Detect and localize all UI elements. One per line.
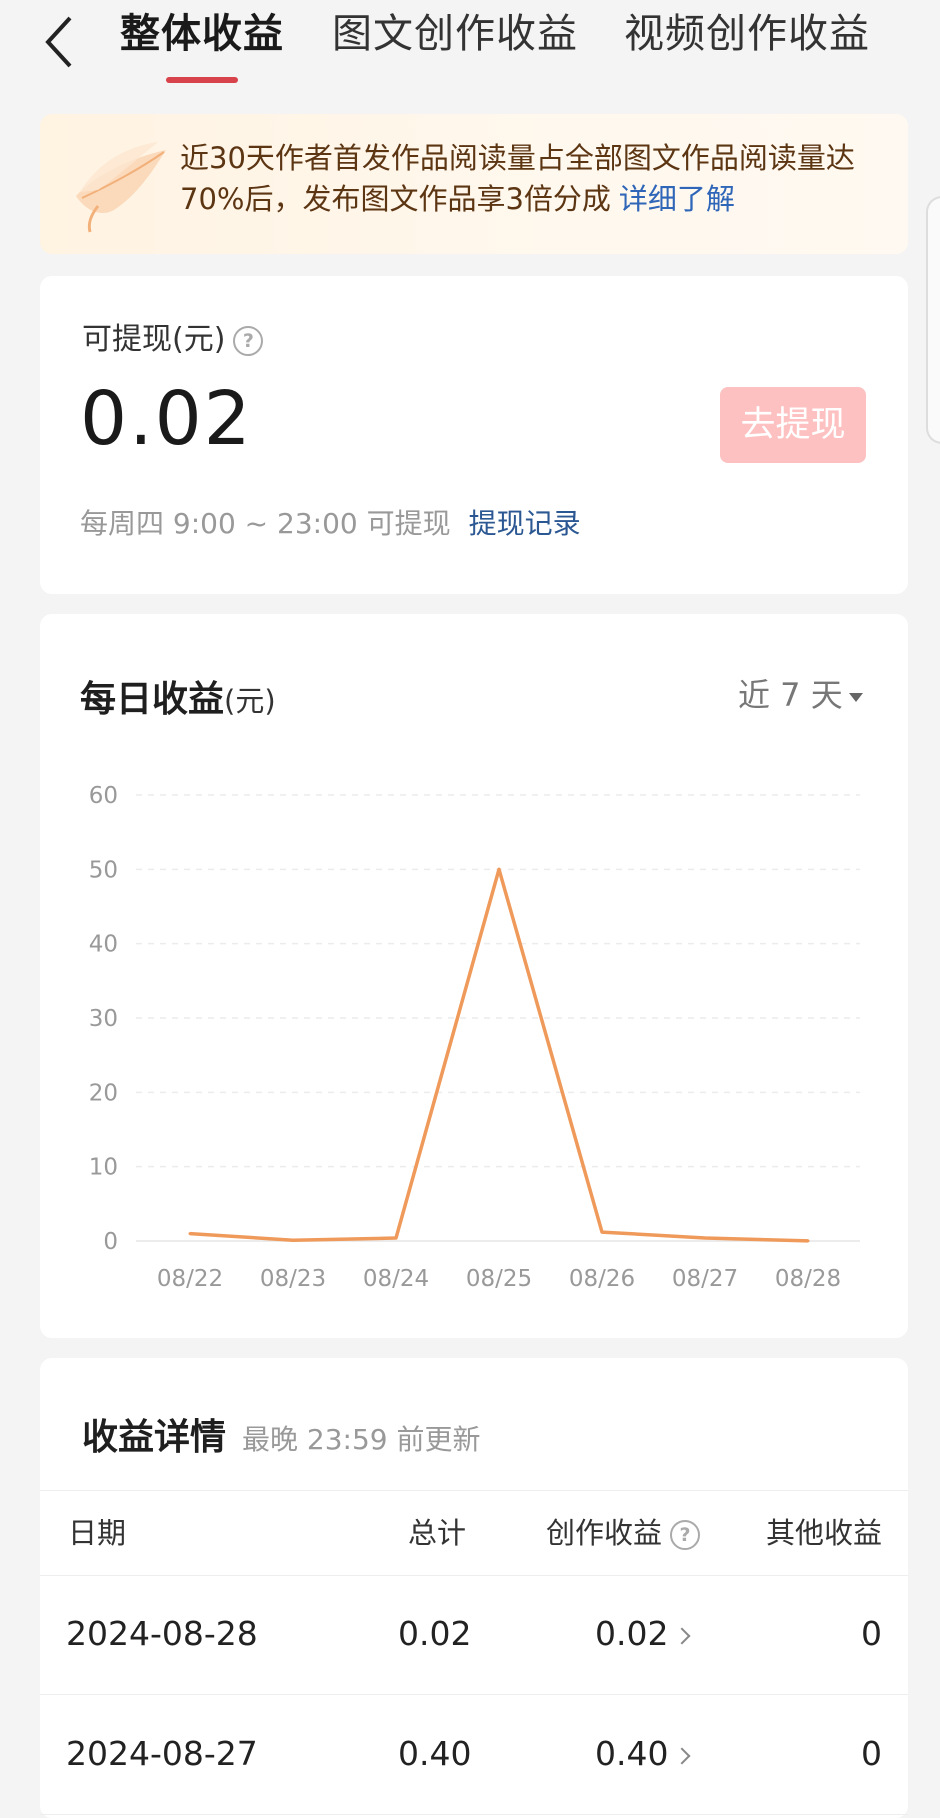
side-handle[interactable] (926, 196, 940, 444)
x-tick-label: 08/24 (363, 1266, 429, 1292)
data-point (291, 1238, 295, 1242)
promo-banner[interactable]: 近30天作者首发作品阅读量占全部图文作品阅读量达70%后，发布图文作品享3倍分成… (40, 114, 908, 254)
row-other: 0 (861, 1614, 882, 1653)
help-icon[interactable]: ? (233, 325, 264, 356)
table-row[interactable]: 2024-08-28 0.02 0.02 0 (40, 1574, 908, 1695)
column-creation: 创作收益 (546, 1516, 663, 1550)
row-creation: 0.40 (595, 1734, 669, 1773)
back-arrow-icon[interactable] (40, 14, 80, 70)
withdraw-card: 可提现(元)? 0.02 去提现 每周四 9:00 ~ 23:00 可提现 提现记… (40, 276, 908, 594)
data-point (394, 1236, 398, 1240)
daily-earnings-chart: 0 10 20 30 40 50 60 08/22 08/23 08/24 08/25 08/26 08… (89, 783, 860, 1292)
x-tick-label: 08/27 (672, 1266, 738, 1292)
withdraw-schedule: 每周四 9:00 ~ 23:00 可提现 (80, 507, 451, 540)
y-tick-label: 40 (89, 932, 118, 958)
x-tick-label: 08/26 (569, 1266, 635, 1292)
tab-article-earnings[interactable]: 图文创作收益 (332, 4, 578, 64)
chevron-right-icon (673, 1627, 691, 1644)
feather-icon (68, 132, 168, 238)
column-other: 其他收益 (765, 1516, 882, 1550)
y-tick-label: 50 (89, 857, 118, 883)
data-point (806, 1239, 810, 1243)
x-tick-label: 08/22 (157, 1266, 223, 1292)
tab-overall-earnings[interactable]: 整体收益 (120, 4, 284, 64)
y-tick-label: 60 (89, 783, 118, 809)
withdrawable-label: 可提现(元) (82, 322, 226, 357)
x-tick-label: 08/23 (260, 1266, 326, 1292)
row-total: 0.40 (398, 1734, 472, 1773)
y-tick-label: 0 (103, 1229, 118, 1255)
withdraw-button[interactable]: 去提现 (720, 387, 866, 463)
help-icon[interactable]: ? (670, 1520, 701, 1550)
row-total: 0.02 (398, 1614, 472, 1653)
detail-title: 收益详情 (82, 1417, 227, 1458)
earnings-detail-card: 收益详情 最晚 23:59 前更新 日期 总计 创作收益? 其他收益 2024-0… (40, 1358, 908, 1818)
tab-video-earnings[interactable]: 视频创作收益 (624, 4, 870, 64)
row-creation: 0.02 (595, 1614, 669, 1653)
banner-message: 近30天作者首发作品阅读量占全部图文作品阅读量达70%后，发布图文作品享3倍分成 (180, 141, 855, 216)
withdrawable-amount: 0.02 (80, 376, 253, 462)
series-line (189, 867, 809, 1243)
update-note: 最晚 23:59 前更新 (242, 1423, 481, 1456)
data-point (188, 1232, 192, 1236)
chevron-right-icon (673, 1747, 691, 1764)
row-date: 2024-08-27 (66, 1734, 258, 1773)
row-other: 0 (861, 1734, 882, 1773)
column-date: 日期 (68, 1516, 127, 1550)
x-tick-label: 08/25 (466, 1266, 532, 1292)
table-header: 日期 总计 创作收益? 其他收益 (40, 1490, 908, 1576)
x-tick-label: 08/28 (775, 1266, 841, 1292)
data-point (497, 867, 501, 871)
y-tick-label: 20 (89, 1080, 118, 1106)
daily-earnings-card: 每日收益(元) 近 7 天 0 10 20 30 40 50 60 08/22 08/23 08/… (40, 614, 908, 1338)
data-point (703, 1236, 707, 1240)
table-row[interactable]: 2024-08-27 0.40 0.40 0 (40, 1694, 908, 1815)
y-tick-label: 30 (89, 1006, 118, 1032)
active-tab-indicator (166, 77, 238, 83)
y-tick-label: 10 (89, 1155, 118, 1181)
row-date: 2024-08-28 (66, 1614, 258, 1653)
withdraw-record-link[interactable]: 提现记录 (469, 507, 581, 540)
column-total: 总计 (408, 1516, 467, 1550)
banner-learn-more-link[interactable]: 详细了解 (619, 182, 735, 216)
data-point (600, 1230, 604, 1234)
